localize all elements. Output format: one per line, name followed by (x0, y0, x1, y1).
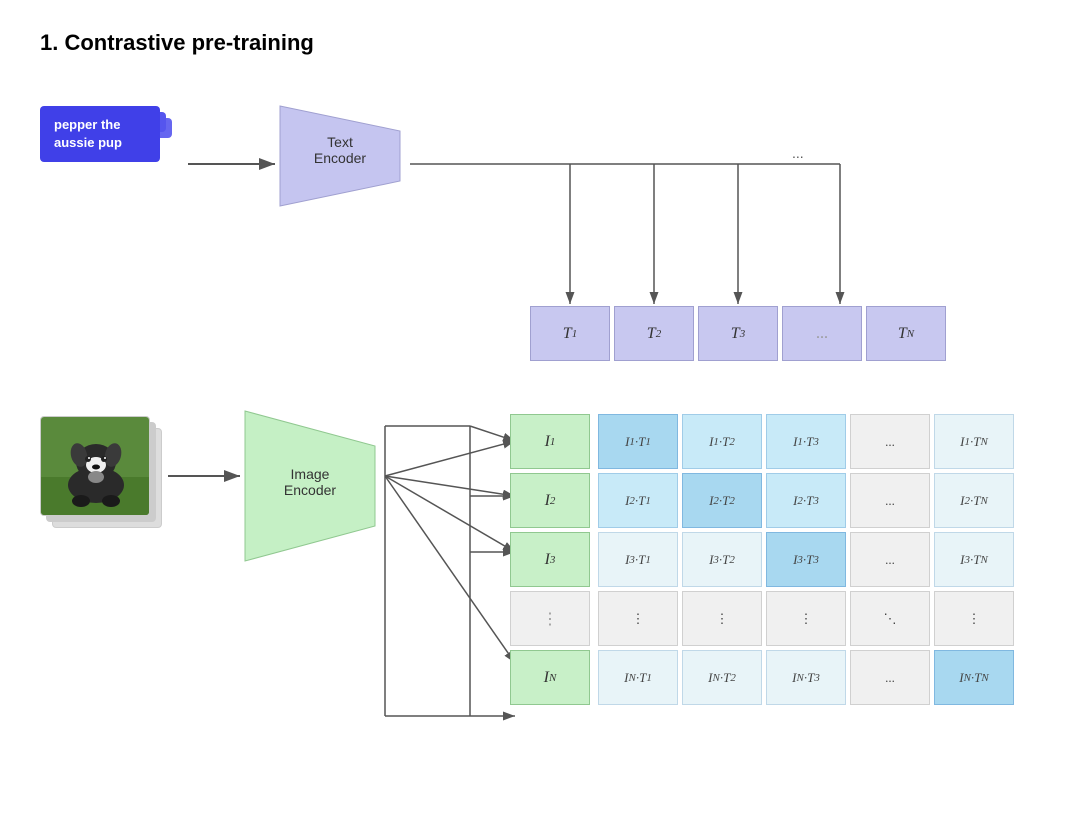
matrix-cell-0-1: I1·T2 (682, 414, 762, 469)
matrix-cell-0-0: I1·T1 (598, 414, 678, 469)
image-encoder: ImageEncoder (235, 406, 385, 566)
matrix-cell-2-0: I3·T1 (598, 532, 678, 587)
i-vector-col: I1 I2 I3 ⋮ IN (510, 414, 590, 705)
text-input-label: pepper the (54, 117, 120, 132)
matrix-cell-2-3: ... (850, 532, 930, 587)
image-encoder-label: ImageEncoder (255, 466, 365, 498)
page: 1. Contrastive pre-training (0, 0, 1070, 760)
i-cell-dots: ⋮ (510, 591, 590, 646)
matrix-cell-4-2: IN·T3 (766, 650, 846, 705)
i-cell-n: IN (510, 650, 590, 705)
i-cell-3: I3 (510, 532, 590, 587)
matrix-cell-2-1: I3·T2 (682, 532, 762, 587)
matrix-grid: I1·T1 I1·T2 I1·T3 ... I1·TN I2·T1 I2·T2 … (598, 414, 1014, 705)
matrix-cell-2-4: I3·TN (934, 532, 1014, 587)
t-cell-n: TN (866, 306, 946, 361)
dog-image (41, 417, 150, 516)
matrix-cell-1-3: ... (850, 473, 930, 528)
i-cell-2: I2 (510, 473, 590, 528)
matrix-cell-4-4: IN·TN (934, 650, 1014, 705)
diagram: ... pepper the aussie pup (40, 76, 1030, 756)
text-encoder-label: TextEncoder (290, 134, 390, 166)
matrix-cell-3-0: ⋮ (598, 591, 678, 646)
matrix-cell-4-1: IN·T2 (682, 650, 762, 705)
matrix-cell-1-4: I2·TN (934, 473, 1014, 528)
t-cell-2: T2 (614, 306, 694, 361)
text-card-front: pepper the aussie pup (40, 106, 160, 162)
matrix-cell-3-3: ⋱ (850, 591, 930, 646)
matrix-cell-1-1: I2·T2 (682, 473, 762, 528)
matrix-cell-3-4: ⋮ (934, 591, 1014, 646)
matrix-cell-1-0: I2·T1 (598, 473, 678, 528)
matrix-cell-0-4: I1·TN (934, 414, 1014, 469)
matrix-cell-0-3: ... (850, 414, 930, 469)
matrix-cell-3-1: ⋮ (682, 591, 762, 646)
t-cell-3: T3 (698, 306, 778, 361)
svg-text:...: ... (792, 145, 804, 161)
page-title: 1. Contrastive pre-training (40, 30, 1030, 56)
t-cell-dots: ... (782, 306, 862, 361)
matrix-cell-3-2: ⋮ (766, 591, 846, 646)
matrix-cell-1-2: I2·T3 (766, 473, 846, 528)
matrix-cell-4-3: ... (850, 650, 930, 705)
matrix-cell-4-0: IN·T1 (598, 650, 678, 705)
image-card-front (40, 416, 150, 516)
text-encoder: TextEncoder (270, 96, 410, 216)
matrix-cell-0-2: I1·T3 (766, 414, 846, 469)
matrix-cell-2-2: I3·T3 (766, 532, 846, 587)
i-cell-1: I1 (510, 414, 590, 469)
text-input-label2: aussie pup (54, 135, 122, 150)
t-vector-row: T1 T2 T3 ... TN (530, 306, 946, 361)
t-cell-1: T1 (530, 306, 610, 361)
